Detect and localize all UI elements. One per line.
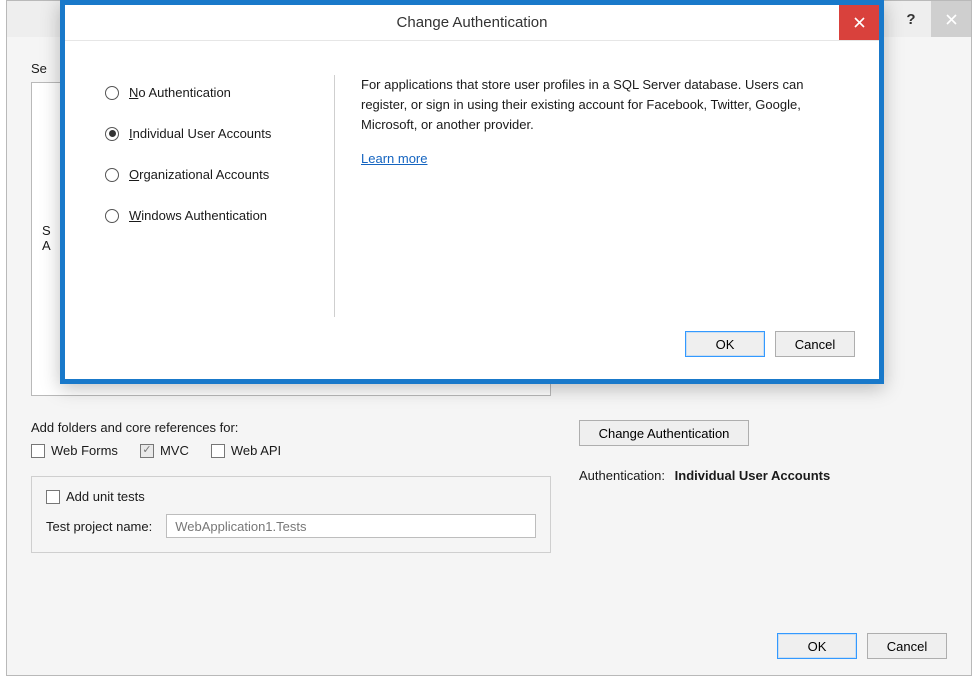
radio-icon (105, 86, 119, 100)
radio-label: Organizational Accounts (129, 167, 269, 182)
modal-footer: OK Cancel (65, 331, 879, 379)
modal-body: No Authentication Individual User Accoun… (65, 41, 879, 331)
radio-icon (105, 209, 119, 223)
test-project-row: Test project name: (46, 514, 536, 538)
test-project-name-input[interactable] (166, 514, 536, 538)
radio-no-authentication[interactable]: No Authentication (105, 85, 316, 100)
checkbox-box-icon (31, 444, 45, 458)
radio-windows-authentication[interactable]: Windows Authentication (105, 208, 316, 223)
change-authentication-dialog: Change Authentication No Authentication … (60, 0, 884, 384)
parent-cancel-button[interactable]: Cancel (867, 633, 947, 659)
help-button[interactable]: ? (891, 1, 931, 37)
left-lower: Add folders and core references for: Web… (31, 420, 551, 553)
radio-label: No Authentication (129, 85, 231, 100)
modal-ok-button[interactable]: OK (685, 331, 765, 357)
radio-label: Windows Authentication (129, 208, 267, 223)
checkbox-label: MVC (160, 443, 189, 458)
checkbox-add-unit-tests[interactable]: Add unit tests (46, 489, 145, 504)
parent-close-button[interactable] (931, 1, 971, 37)
auth-description-column: For applications that store user profile… (335, 75, 849, 317)
checkbox-webforms[interactable]: Web Forms (31, 443, 118, 458)
radio-label: Individual User Accounts (129, 126, 271, 141)
lower-area: Add folders and core references for: Web… (31, 420, 947, 553)
parent-footer: OK Cancel (31, 613, 947, 659)
change-authentication-button[interactable]: Change Authentication (579, 420, 749, 446)
checkbox-webapi[interactable]: Web API (211, 443, 281, 458)
parent-ok-button[interactable]: OK (777, 633, 857, 659)
radio-organizational-accounts[interactable]: Organizational Accounts (105, 167, 316, 182)
auth-options-column: No Authentication Individual User Accoun… (105, 75, 335, 317)
radio-icon (105, 127, 119, 141)
unit-tests-group: Add unit tests Test project name: (31, 476, 551, 553)
modal-cancel-button[interactable]: Cancel (775, 331, 855, 357)
modal-titlebar: Change Authentication (65, 5, 879, 41)
core-refs-row: Web Forms ✓ MVC Web API (31, 443, 551, 458)
radio-individual-user-accounts[interactable]: Individual User Accounts (105, 126, 316, 141)
checkbox-label: Web Forms (51, 443, 118, 458)
auth-label: Authentication: (579, 468, 665, 483)
checkbox-label: Web API (231, 443, 281, 458)
add-refs-label: Add folders and core references for: (31, 420, 551, 435)
auth-description-text: For applications that store user profile… (361, 75, 849, 135)
checkbox-label: Add unit tests (66, 489, 145, 504)
modal-title: Change Authentication (65, 14, 879, 31)
close-icon (946, 14, 957, 25)
checkbox-mvc[interactable]: ✓ MVC (140, 443, 189, 458)
checkbox-box-icon (46, 490, 60, 504)
learn-more-link[interactable]: Learn more (361, 151, 427, 166)
authentication-summary: Authentication: Individual User Accounts (579, 468, 947, 483)
radio-icon (105, 168, 119, 182)
checkbox-box-icon (211, 444, 225, 458)
right-lower: Change Authentication Authentication: In… (579, 420, 947, 553)
auth-value: Individual User Accounts (675, 468, 831, 483)
test-project-label: Test project name: (46, 519, 152, 534)
checkbox-box-icon: ✓ (140, 444, 154, 458)
